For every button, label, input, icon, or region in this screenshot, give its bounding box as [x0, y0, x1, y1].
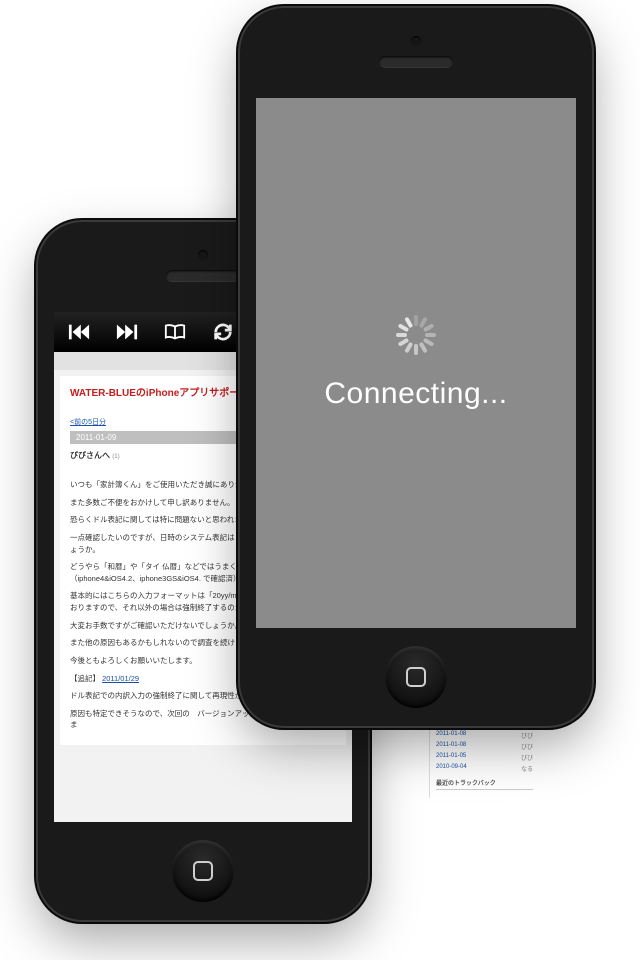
proximity-sensor: [198, 250, 208, 260]
earpiece-speaker: [166, 270, 240, 282]
connecting-label: Connecting...: [324, 377, 507, 411]
fast-forward-end-icon[interactable]: [116, 321, 138, 343]
home-glyph-icon: [406, 667, 426, 687]
entry-title-text: びびさんへ: [70, 451, 110, 460]
sidebar-item[interactable]: 2010-09-04なる: [436, 763, 533, 774]
sidebar-item[interactable]: 2011-01-08びび: [436, 730, 533, 741]
home-button[interactable]: [172, 840, 234, 902]
device-bottom: [38, 822, 368, 920]
device-bottom: [240, 628, 592, 726]
entry-title-sub: (1): [112, 454, 119, 460]
home-glyph-icon: [193, 861, 213, 881]
connecting-overlay: Connecting...: [256, 98, 576, 628]
rewind-start-icon[interactable]: [68, 321, 90, 343]
proximity-sensor: [411, 36, 421, 46]
iphone-device-front: Connecting...: [240, 8, 592, 726]
spinner-icon: [396, 315, 436, 355]
open-book-icon[interactable]: [164, 321, 186, 343]
recent-trackback-heading: 最近のトラックバック: [436, 778, 533, 790]
prev-entries-link[interactable]: <前の5日分: [70, 419, 106, 426]
sidebar-item[interactable]: 2011-01-08びび: [436, 741, 533, 752]
earpiece-speaker: [379, 56, 453, 68]
home-button[interactable]: [385, 646, 447, 708]
reload-icon[interactable]: [212, 321, 234, 343]
sidebar-item[interactable]: 2011-01-05びび: [436, 752, 533, 763]
device-screen: Connecting...: [256, 98, 576, 628]
postscript-date-link[interactable]: 2011/01/29: [102, 674, 139, 683]
postscript-label: 【追記】: [70, 674, 100, 683]
device-top: [240, 8, 592, 98]
